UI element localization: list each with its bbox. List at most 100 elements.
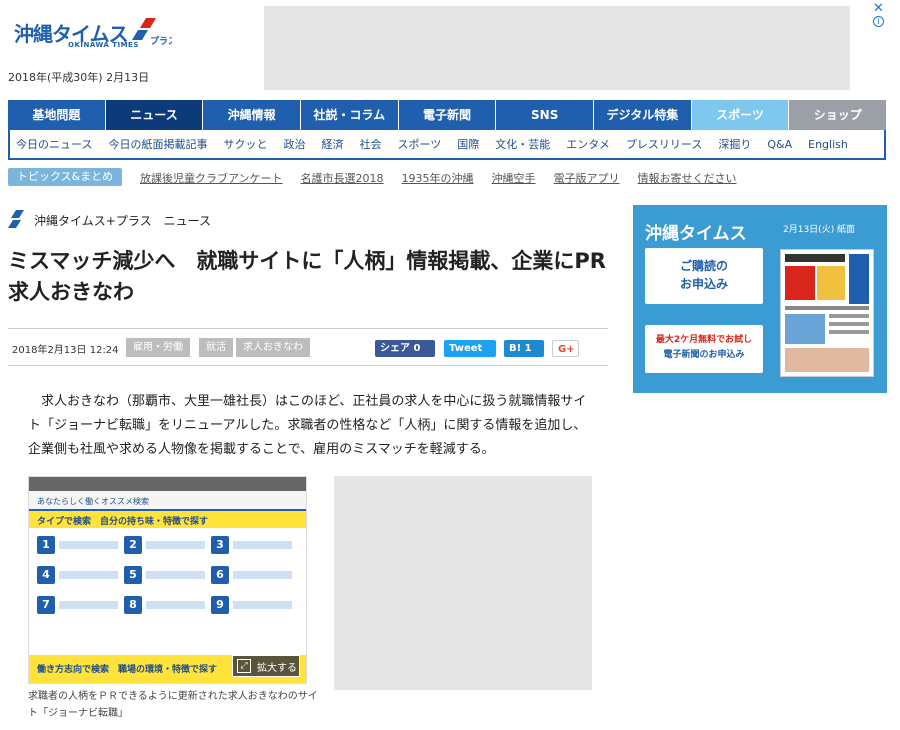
sub-nav-item[interactable]: 社会 — [359, 136, 381, 152]
nav-item-sns[interactable]: SNS — [496, 100, 595, 130]
article-title: ミスマッチ減少へ 就職サイトに「人柄」情報掲載、企業にPR 求人おきなわ — [8, 249, 627, 304]
image-text-line — [59, 541, 118, 549]
article-date: 2018年2月13日 12:24 — [12, 345, 119, 356]
sub-nav-item[interactable]: 深掘り — [718, 136, 751, 152]
nav-item-sports[interactable]: スポーツ — [691, 100, 790, 130]
image-row: 4 5 6 — [29, 558, 306, 588]
gplus-share-button[interactable]: G+ — [552, 340, 579, 357]
tag-kyujin-okinawa[interactable]: 求人おきなわ — [236, 338, 310, 357]
sidebar-logo[interactable]: 沖縄タイムス — [645, 219, 747, 244]
section-label-text[interactable]: 沖縄タイムス+プラス ニュース — [34, 212, 211, 229]
section-label: 沖縄タイムス+プラス ニュース — [8, 210, 211, 230]
image-text-line — [233, 541, 292, 549]
sub-nav-item[interactable]: サクッと — [223, 136, 267, 152]
subscribe-label-line1: ご購読の — [679, 259, 728, 273]
sub-nav-item[interactable]: スポーツ — [397, 136, 441, 152]
topic-link[interactable]: 名護市長選2018 — [301, 170, 384, 186]
image-text-line — [59, 571, 118, 579]
image-text-line — [146, 571, 205, 579]
gplus-label: G+ — [558, 344, 575, 355]
nav-item-e-paper[interactable]: 電子新聞 — [399, 100, 497, 130]
image-number: 9 — [211, 596, 229, 614]
facebook-share-button[interactable]: シェア 0 — [375, 340, 435, 357]
image-number: 3 — [211, 536, 229, 554]
trial-label-line1: 最大2ケ月無料でお試し — [655, 335, 753, 345]
sub-nav-item[interactable]: 政治 — [283, 136, 305, 152]
article-image[interactable]: あなたらしく働くオススメ検索 タイプで検索 自分の持ち味・特徴で探す 1 2 3… — [28, 476, 307, 684]
sub-nav-item[interactable]: エンタメ — [566, 136, 610, 152]
image-cell: 3 — [211, 532, 292, 558]
sub-nav-item[interactable]: 今日のニュース — [16, 136, 92, 152]
ad-close-icon[interactable]: ✕ — [873, 2, 884, 15]
article-meta: 2018年2月13日 12:24 雇用・労働 就活 求人おきなわ シェア 0 T… — [8, 328, 608, 366]
topics-list: 放課後児童クラブアンケート 名護市長選2018 1935年の沖縄 沖縄空手 電子… — [140, 170, 755, 186]
image-cell: 9 — [211, 592, 292, 618]
nav-item-okinawa-info[interactable]: 沖縄情報 — [203, 100, 302, 130]
image-number: 7 — [37, 596, 55, 614]
image-title: あなたらしく働くオススメ検索 — [29, 491, 306, 511]
twitter-tweet-button[interactable]: Tweet — [444, 340, 496, 357]
topic-link[interactable]: 放課後児童クラブアンケート — [140, 170, 283, 186]
sub-nav: 今日のニュース 今日の紙面掲載記事 サクッと 政治 経済 社会 スポーツ 国際 … — [8, 130, 886, 160]
site-logo[interactable]: 沖縄タイムス OKINAWA TIMES プラス — [14, 18, 174, 52]
sub-nav-item[interactable]: 今日の紙面掲載記事 — [108, 136, 207, 152]
tag-job-hunting[interactable]: 就活 — [199, 338, 233, 357]
sidebar-paper-date: 2月13日(火) 紙面 — [783, 225, 856, 235]
image-search-band: タイプで検索 自分の持ち味・特徴で探す — [29, 511, 306, 528]
ad-info-icon[interactable]: i — [873, 16, 884, 27]
image-row: 7 8 9 — [29, 588, 306, 618]
nav-item-news[interactable]: ニュース — [105, 100, 204, 130]
hatena-bookmark-button[interactable]: B! 1 — [504, 340, 544, 357]
image-cell: 6 — [211, 562, 292, 588]
topic-link[interactable]: 1935年の沖縄 — [402, 170, 474, 186]
image-caption: 求職者の人柄をＰＲできるように更新された求人おきなわのサイト「ジョーナビ転職」 — [28, 691, 318, 719]
topic-link[interactable]: 電子版アプリ — [554, 170, 620, 186]
image-cell: 5 — [124, 562, 205, 588]
nav-item-editorial[interactable]: 社説・コラム — [301, 100, 399, 130]
topic-link[interactable]: 情報お寄せください — [638, 170, 737, 186]
image-number: 1 — [37, 536, 55, 554]
sub-nav-item[interactable]: English — [808, 138, 848, 151]
newspaper-thumbnail[interactable] — [780, 249, 874, 377]
article-body: 求人おきなわ（那覇市、大里一雄社長）はこのほど、正社員の求人を中心に扱う就職情報… — [28, 394, 587, 457]
topic-link[interactable]: 沖縄空手 — [492, 170, 536, 186]
hatena-label: B! 1 — [509, 343, 532, 354]
subscribe-button[interactable]: ご購読の お申込み — [645, 248, 763, 304]
image-text-line — [233, 601, 292, 609]
image-number: 4 — [37, 566, 55, 584]
facebook-share-label: シェア 0 — [380, 343, 421, 354]
sidebar-paper-box: 沖縄タイムス 2月13日(火) 紙面 ご購読の お申込み 最大2ケ月無料でお試し… — [633, 205, 887, 393]
image-cell: 2 — [124, 532, 205, 558]
header-date: 2018年(平成30年) 2月13日 — [8, 71, 150, 84]
logo-plus-mark-icon: プラス — [132, 18, 172, 47]
ad-banner-article[interactable] — [334, 476, 592, 690]
nav-item-digital-feature[interactable]: デジタル特集 — [594, 100, 692, 130]
sub-nav-item[interactable]: 国際 — [457, 136, 479, 152]
sub-nav-item[interactable]: 文化・芸能 — [495, 136, 550, 152]
twitter-label: Tweet — [449, 343, 483, 354]
image-text-line — [59, 601, 118, 609]
image-text-line — [146, 601, 205, 609]
logo-plus-text: プラス — [150, 35, 172, 47]
topics-badge[interactable]: トピックス&まとめ — [8, 168, 122, 186]
subscribe-label-line2: お申込み — [679, 277, 728, 291]
sub-nav-item[interactable]: プレスリリース — [626, 136, 702, 152]
image-text-line — [146, 541, 205, 549]
sub-nav-item[interactable]: Q&A — [767, 138, 792, 151]
nav-item-base-issues[interactable]: 基地問題 — [8, 100, 106, 130]
nav-item-shop[interactable]: ショップ — [789, 100, 887, 130]
expand-icon: ⤢ — [237, 659, 251, 673]
sub-nav-item[interactable]: 経済 — [321, 136, 343, 152]
ad-banner-top[interactable] — [264, 6, 850, 90]
image-number: 5 — [124, 566, 142, 584]
image-cell: 8 — [124, 592, 205, 618]
image-cell: 1 — [37, 532, 118, 558]
main-nav: 基地問題 ニュース 沖縄情報 社説・コラム 電子新聞 SNS デジタル特集 スポ… — [8, 100, 887, 130]
tag-employment[interactable]: 雇用・労働 — [126, 338, 190, 357]
e-paper-trial-button[interactable]: 最大2ケ月無料でお試し 電子新聞のお申込み — [645, 325, 763, 373]
image-cell: 7 — [37, 592, 118, 618]
image-cell: 4 — [37, 562, 118, 588]
enlarge-button[interactable]: ⤢ 拡大する — [232, 655, 300, 677]
image-row: 1 2 3 — [29, 528, 306, 558]
image-number: 2 — [124, 536, 142, 554]
